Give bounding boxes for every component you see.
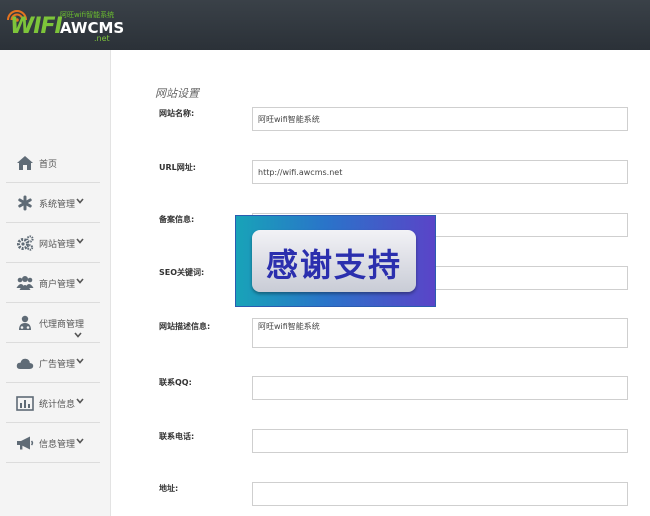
sidebar-item-label: 统计信息	[39, 400, 76, 410]
sidebar-item-info[interactable]: 信息管理	[6, 423, 100, 463]
bullhorn-icon	[17, 436, 34, 450]
sidebar-item-merchants[interactable]: 商户管理	[6, 263, 100, 303]
logo-wifi-text: WIFI	[10, 14, 63, 39]
logo-suffix: .net	[94, 34, 110, 43]
sidebar-item-statistics[interactable]: 统计信息	[6, 383, 100, 423]
sidebar-item-home[interactable]: 首页	[6, 143, 100, 183]
url-input[interactable]	[252, 160, 628, 184]
cogs-icon	[17, 235, 34, 251]
sidebar-item-label: 网站管理	[39, 240, 76, 250]
site-name-input[interactable]	[252, 107, 628, 131]
chevron-down-icon	[76, 238, 84, 244]
contact-qq-label: 联系QQ:	[159, 378, 192, 387]
sidebar-item-label: 广告管理	[39, 360, 76, 370]
cloud-icon	[16, 358, 34, 369]
asterisk-icon	[18, 195, 32, 211]
address-label: 地址:	[159, 484, 179, 493]
sidebar-item-label: 代理商管理	[39, 320, 85, 330]
url-label: URL网址:	[159, 163, 196, 172]
site-name-label: 网站名称:	[159, 109, 195, 118]
sidebar-item-system[interactable]: 系统管理	[6, 183, 100, 223]
icp-label: 备案信息:	[159, 215, 195, 224]
home-icon	[17, 156, 33, 170]
site-description-label: 网站描述信息:	[159, 322, 211, 331]
site-description-textarea[interactable]: 阿旺wifi智能系统	[252, 318, 628, 348]
contact-phone-label: 联系电话:	[159, 432, 195, 441]
chevron-down-icon	[76, 398, 84, 404]
sidebar-item-label: 首页	[39, 160, 58, 170]
chevron-down-icon	[74, 332, 82, 338]
sidebar-nav: 首页 系统管理 网站管理 商户管理 代理商管理 广告管理 统计信息 信息管理	[6, 143, 100, 463]
seo-keywords-label: SEO关键词:	[159, 268, 205, 277]
contact-phone-input[interactable]	[252, 429, 628, 453]
thanks-banner: 感谢支持	[235, 215, 436, 307]
sidebar-item-label: 系统管理	[39, 200, 76, 210]
sidebar-item-ads[interactable]: 广告管理	[6, 343, 100, 383]
top-header: 阿旺wifi智能系统 WIFI AWCMS .net	[0, 0, 650, 50]
contact-qq-input[interactable]	[252, 376, 628, 400]
chevron-down-icon	[76, 198, 84, 204]
users-icon	[16, 276, 34, 290]
agent-icon	[19, 315, 31, 330]
bar-chart-icon	[16, 396, 34, 411]
sidebar-item-label: 信息管理	[39, 440, 76, 450]
thanks-banner-text: 感谢支持	[265, 246, 402, 284]
chevron-down-icon	[76, 438, 84, 444]
thanks-banner-plate: 感谢支持	[252, 230, 416, 292]
chevron-down-icon	[76, 278, 84, 284]
page-title: 网站设置	[155, 87, 199, 100]
sidebar-item-label: 商户管理	[39, 280, 76, 290]
sidebar-item-website[interactable]: 网站管理	[6, 223, 100, 263]
site-logo[interactable]: 阿旺wifi智能系统 WIFI AWCMS .net	[6, 6, 124, 44]
address-input[interactable]	[252, 482, 628, 506]
logo-brand: AWCMS	[60, 19, 125, 37]
sidebar-item-agents[interactable]: 代理商管理	[6, 303, 100, 343]
chevron-down-icon	[76, 358, 84, 364]
sidebar: 首页 系统管理 网站管理 商户管理 代理商管理 广告管理 统计信息 信息管理	[0, 50, 111, 516]
